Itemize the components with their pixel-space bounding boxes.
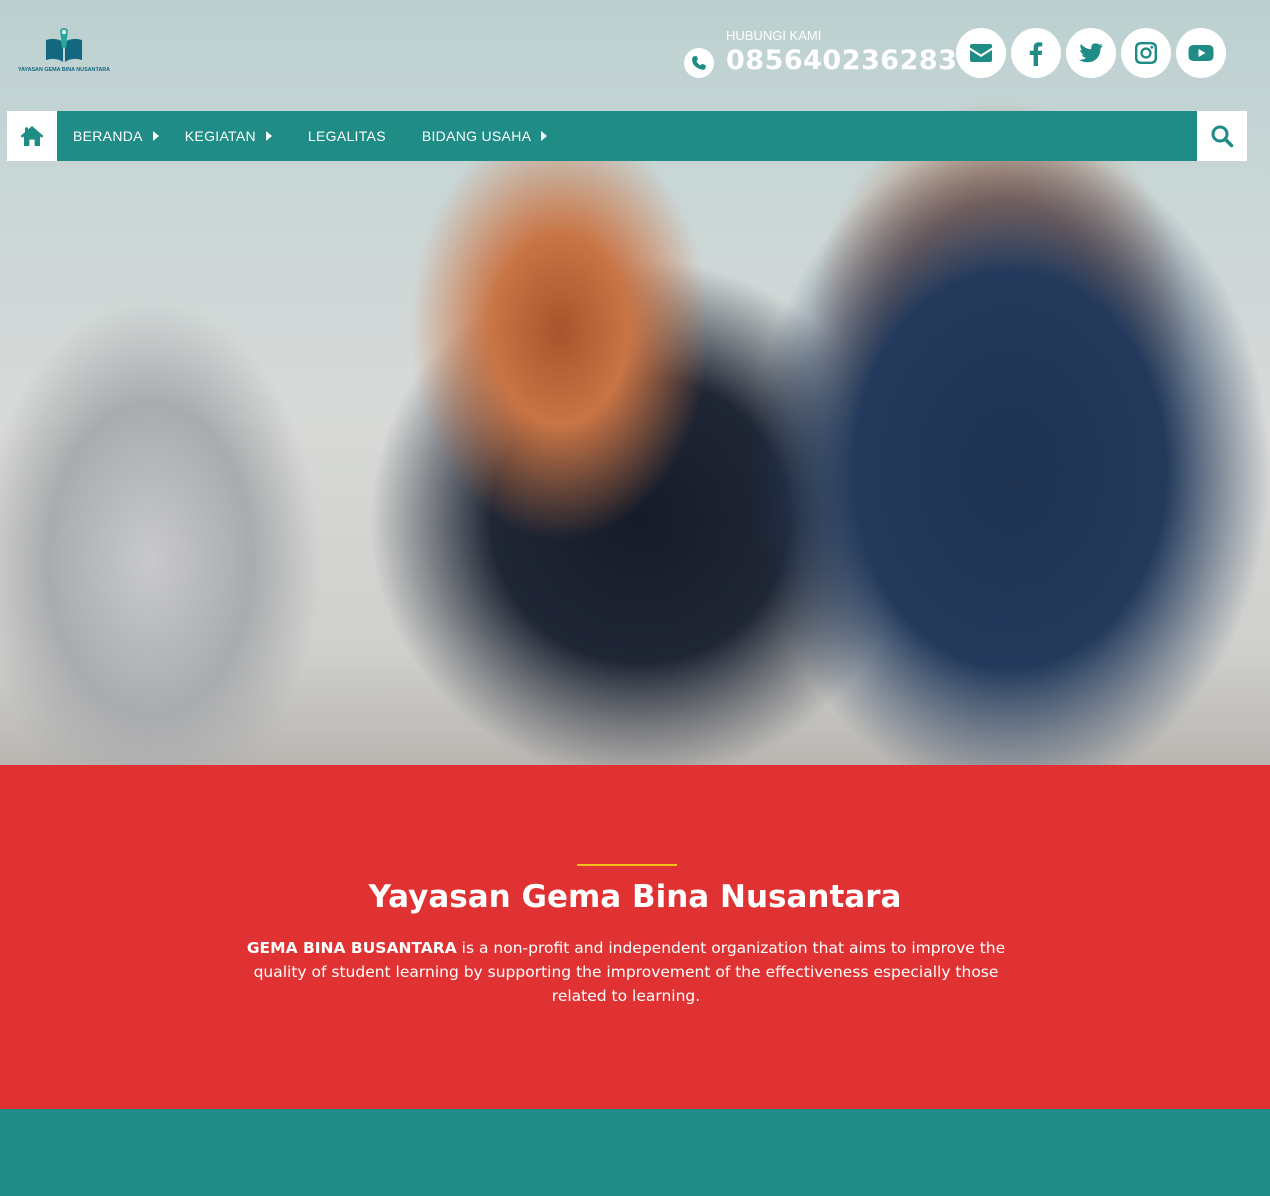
youtube-icon	[1188, 45, 1214, 61]
about-description: GEMA BINA BUSANTARA is a non-profit and …	[236, 936, 1016, 1008]
caret-right-icon	[541, 131, 548, 141]
nav-item-label: KEGIATAN	[184, 128, 256, 144]
section-divider	[577, 864, 677, 866]
contact-label: HUBUNGI KAMI	[726, 28, 822, 43]
search-button[interactable]	[1197, 111, 1247, 161]
phone-number[interactable]: 085640236283	[726, 45, 957, 76]
org-name: GEMA BINA BUSANTARA	[246, 939, 457, 957]
envelope-icon	[970, 44, 992, 62]
footer-band	[0, 1109, 1270, 1196]
instagram-button[interactable]	[1121, 28, 1171, 78]
youtube-button[interactable]	[1176, 28, 1226, 78]
caret-right-icon	[152, 131, 159, 141]
social-links	[956, 28, 1226, 78]
twitter-icon	[1079, 43, 1103, 63]
site-logo[interactable]: YAYASAN GEMA BINA NUSANTARA	[18, 26, 110, 78]
search-icon	[1211, 125, 1234, 148]
home-icon	[20, 126, 44, 146]
nav-item-legalitas[interactable]: LEGALITAS	[308, 111, 386, 161]
facebook-button[interactable]	[1011, 28, 1061, 78]
twitter-button[interactable]	[1066, 28, 1116, 78]
logo-text: YAYASAN GEMA BINA NUSANTARA	[17, 67, 111, 73]
contact-block: HUBUNGI KAMI 085640236283	[684, 26, 957, 82]
about-section: Yayasan Gema Bina Nusantara GEMA BINA BU…	[0, 765, 1270, 1109]
nav-item-label: BIDANG USAHA	[421, 128, 532, 144]
main-navigation: BERANDA KEGIATAN LEGALITAS BIDANG USAHA	[7, 111, 1247, 161]
logo-book-icon	[46, 28, 82, 62]
caret-right-icon	[265, 131, 272, 141]
nav-item-label: BERANDA	[73, 128, 143, 144]
nav-item-kegiatan[interactable]: KEGIATAN	[185, 111, 272, 161]
phone-icon	[684, 48, 714, 78]
email-button[interactable]	[956, 28, 1006, 78]
about-title: Yayasan Gema Bina Nusantara	[368, 879, 902, 915]
home-button[interactable]	[7, 111, 57, 161]
nav-item-label: LEGALITAS	[307, 128, 386, 144]
facebook-icon	[1029, 42, 1043, 66]
instagram-icon	[1135, 42, 1157, 64]
nav-item-bidang-usaha[interactable]: BIDANG USAHA	[421, 111, 548, 161]
nav-item-beranda[interactable]: BERANDA	[73, 111, 159, 161]
